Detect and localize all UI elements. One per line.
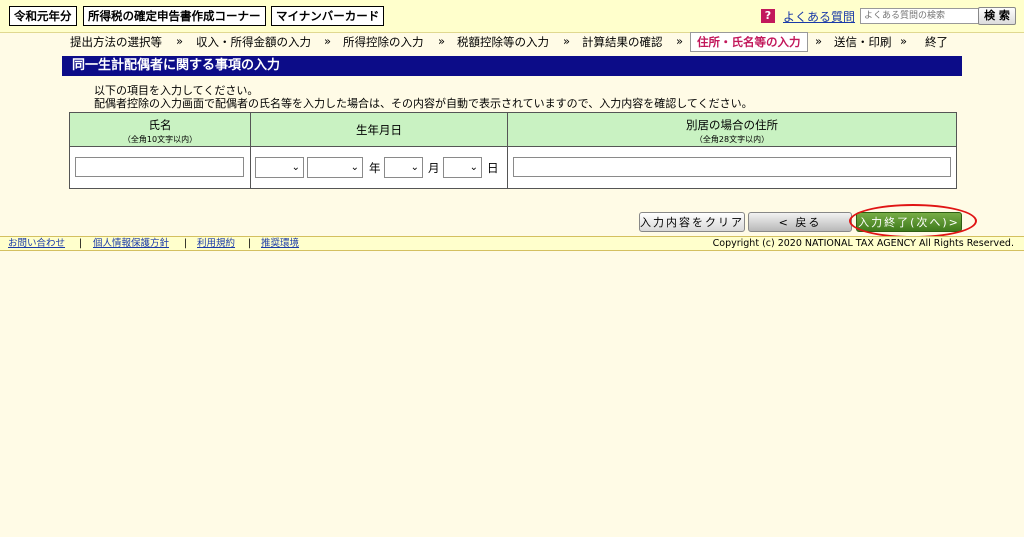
step-separator: » xyxy=(176,34,184,48)
step-result-check: 計算結果の確認 xyxy=(582,35,663,49)
month-unit-label: 月 xyxy=(428,161,440,175)
section-title: 同一生計配偶者に関する事項の入力 xyxy=(62,56,962,76)
mynumber-card-badge: マイナンバーカード xyxy=(271,6,385,26)
footer-link-terms[interactable]: 利用規約 xyxy=(197,237,235,250)
birthdate-column-header: 生年月日 xyxy=(251,113,508,147)
search-button[interactable]: 検 索 xyxy=(978,7,1016,25)
footer-separator: | xyxy=(248,238,252,249)
footer-bar: お問い合わせ | 個人情報保護方針 | 利用規約 | 推奨環境 Copyrigh… xyxy=(0,236,1024,251)
birthdate-cell: ⌄ ⌄ 年 ⌄ 月 ⌄ 日 xyxy=(251,147,508,188)
clear-input-button[interactable]: 入力内容をクリア xyxy=(639,212,745,232)
era-select[interactable]: ⌄ xyxy=(255,157,304,178)
year-select[interactable]: ⌄ xyxy=(307,157,363,178)
address-header-label: 別居の場合の住所 xyxy=(686,118,778,132)
help-icon[interactable]: ? xyxy=(761,9,775,23)
day-select[interactable]: ⌄ xyxy=(443,157,482,178)
step-separator: » xyxy=(815,34,823,48)
spouse-info-table: 氏名 （全角10文字以内） 生年月日 別居の場合の住所 （全角28文字以内） ⌄… xyxy=(69,112,957,189)
footer-separator: | xyxy=(184,238,188,249)
address-cell xyxy=(508,147,956,188)
name-header-note: （全角10文字以内） xyxy=(122,135,198,144)
step-separator: » xyxy=(900,34,908,48)
step-send-print: 送信・印刷 xyxy=(834,35,892,49)
year-badge: 令和元年分 xyxy=(9,6,77,26)
step-separator: » xyxy=(324,34,332,48)
chevron-down-icon: ⌄ xyxy=(291,162,300,173)
top-header: 令和元年分 所得税の確定申告書作成コーナー マイナンバーカード ? よくある質問… xyxy=(0,0,1024,33)
step-income-input: 収入・所得金額の入力 xyxy=(196,35,311,49)
footer-link-privacy[interactable]: 個人情報保護方針 xyxy=(93,237,169,250)
faq-link[interactable]: よくある質問 xyxy=(783,8,855,25)
step-separator: » xyxy=(438,34,446,48)
instruction-text-2: 配偶者控除の入力画面で配偶者の氏名等を入力した場合は、その内容が自動で表示されて… xyxy=(94,97,753,110)
address-column-header: 別居の場合の住所 （全角28文字以内） xyxy=(508,113,956,147)
footer-separator: | xyxy=(79,238,83,249)
name-cell xyxy=(70,147,251,188)
step-address-name-current: 住所・氏名等の入力 xyxy=(690,32,808,52)
step-tax-credit-input: 税額控除等の入力 xyxy=(457,35,549,49)
separate-address-input[interactable] xyxy=(513,157,951,177)
finish-input-next-button[interactable]: 入力終了(次へ)> xyxy=(856,212,962,232)
birthdate-header-label: 生年月日 xyxy=(356,123,402,137)
name-header-label: 氏名 xyxy=(148,118,172,132)
copyright-text: Copyright (c) 2020 NATIONAL TAX AGENCY A… xyxy=(712,238,1014,249)
back-button[interactable]: < 戻る xyxy=(748,212,852,232)
address-header-note: （全角28文字以内） xyxy=(694,135,770,144)
step-navigation: 提出方法の選択等 » 収入・所得金額の入力 » 所得控除の入力 » 税額控除等の… xyxy=(0,32,1024,52)
chevron-down-icon: ⌄ xyxy=(410,162,419,173)
chevron-down-icon: ⌄ xyxy=(469,162,478,173)
step-finish: 終了 xyxy=(925,35,948,49)
step-submission-method: 提出方法の選択等 xyxy=(70,35,162,49)
footer-link-contact[interactable]: お問い合わせ xyxy=(8,237,65,250)
chevron-down-icon: ⌄ xyxy=(350,162,359,173)
footer-link-environment[interactable]: 推奨環境 xyxy=(261,237,299,250)
corner-title-badge: 所得税の確定申告書作成コーナー xyxy=(83,6,266,26)
step-separator: » xyxy=(563,34,571,48)
day-unit-label: 日 xyxy=(487,161,499,175)
step-deduction-input: 所得控除の入力 xyxy=(343,35,424,49)
faq-search-input[interactable] xyxy=(860,8,982,24)
month-select[interactable]: ⌄ xyxy=(384,157,423,178)
year-unit-label: 年 xyxy=(369,161,381,175)
spouse-name-input[interactable] xyxy=(75,157,244,177)
step-separator: » xyxy=(676,34,684,48)
name-column-header: 氏名 （全角10文字以内） xyxy=(70,113,251,147)
